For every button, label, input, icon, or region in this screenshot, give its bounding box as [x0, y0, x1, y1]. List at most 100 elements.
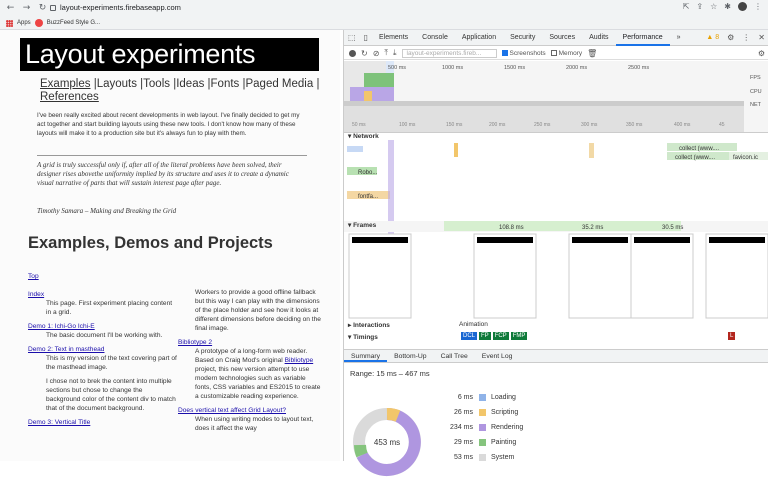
scripting-swatch [479, 409, 486, 416]
tab-security[interactable]: Security [503, 30, 542, 46]
clear-icon[interactable]: ⊘ [373, 49, 380, 58]
system-label: System [491, 454, 515, 461]
frame-thumb-3[interactable] [568, 233, 632, 319]
rendering-value: 234 ms [450, 424, 473, 431]
link-demo-3[interactable]: Demo 3: Vertical Title [28, 418, 178, 427]
tab-application[interactable]: Application [455, 30, 503, 46]
network-track-toggle[interactable]: ▾ Network [344, 132, 379, 140]
top-link[interactable]: Top [28, 272, 178, 281]
nav-tools[interactable]: |Tools [140, 78, 170, 90]
timeline-overview[interactable]: 500 ms 1000 ms 1500 ms 2000 ms 2500 ms F… [344, 61, 768, 133]
download-icon[interactable]: ⤓ [393, 48, 397, 58]
marker-fp[interactable]: FP [479, 332, 491, 340]
reload-icon[interactable]: ↻ [37, 3, 48, 14]
frame-thumb-5[interactable] [705, 233, 768, 319]
donut-total: 453 ms [374, 438, 400, 447]
nav-references[interactable]: References [40, 91, 99, 103]
net-fontfa: fontfa... [358, 194, 378, 200]
frame-time-1: 108.8 ms [499, 225, 524, 231]
screenshots-toggle[interactable]: Screenshots [501, 49, 546, 57]
reload-profile-icon[interactable]: ↻ [361, 49, 368, 58]
device-toolbar-icon[interactable]: ▯ [360, 33, 372, 42]
link-demo-2[interactable]: Demo 2: Text in masthead [28, 345, 178, 354]
tab-event-log[interactable]: Event Log [475, 350, 520, 362]
legend-loading: 6 ms Loading [439, 390, 523, 405]
link-bibliotype-2[interactable]: Bibliotype 2 [178, 338, 323, 347]
timings-track-toggle[interactable]: ▾ Timings [344, 333, 378, 341]
url-bar[interactable]: layout-experiments.firebaseapp.com [50, 2, 181, 14]
capture-settings-icon[interactable]: ⚙ [754, 49, 768, 58]
profile-avatar[interactable] [738, 2, 747, 11]
memory-checkbox[interactable] [550, 49, 557, 56]
tab-call-tree[interactable]: Call Tree [434, 350, 475, 362]
tab-sources[interactable]: Sources [542, 30, 582, 46]
inspect-icon[interactable]: ⬚ [344, 33, 360, 42]
url-text[interactable]: layout-experiments.firebaseapp.com [60, 2, 181, 14]
network-label: Network [353, 133, 379, 140]
profile-select[interactable]: layout-experiments.fireb... [401, 48, 497, 58]
trash-icon[interactable]: 🗑 [587, 49, 597, 58]
cpu-scripting [364, 91, 372, 101]
net-robo: Robo... [358, 170, 378, 176]
frame-thumb-2[interactable] [473, 233, 537, 319]
frame-thumb-1[interactable] [348, 233, 412, 319]
forward-icon[interactable]: → [21, 3, 32, 14]
system-value: 53 ms [453, 454, 473, 461]
open-external-icon[interactable]: ⇱ [683, 2, 690, 11]
legend-rendering: 234 ms Rendering [439, 420, 523, 435]
site-nav: Examples |Layouts |Tools |Ideas |Fonts |… [40, 78, 320, 104]
loading-swatch [479, 394, 486, 401]
fps-bars [364, 73, 394, 87]
nav-examples[interactable]: Examples [40, 78, 91, 90]
nav-paged-media[interactable]: |Paged Media [243, 78, 314, 90]
close-icon[interactable]: ✕ [754, 33, 768, 42]
interactions-label: Interactions [353, 322, 390, 329]
nav-layouts[interactable]: |Layouts [94, 78, 137, 90]
marker-fmp[interactable]: FMP [510, 332, 528, 340]
extensions-icon[interactable]: ✱ [724, 2, 731, 11]
settings-icon[interactable]: ⚙ [723, 33, 738, 42]
star-icon[interactable]: ☆ [710, 2, 717, 11]
range-text: Range: 15 ms – 467 ms [350, 369, 430, 378]
marker-dcl[interactable]: DCL [461, 332, 478, 340]
tab-elements[interactable]: Elements [372, 30, 415, 46]
nav-ideas[interactable]: |Ideas [173, 78, 204, 90]
bookmark-buzzfeed[interactable]: BuzzFeed Style G... [47, 20, 100, 26]
link-index[interactable]: Index [28, 290, 178, 299]
summary-donut: 453 ms [353, 408, 421, 476]
tab-more[interactable]: » [670, 30, 688, 46]
memory-toggle[interactable]: Memory [550, 49, 582, 57]
desc-continued: Workers to provide a good offline fallba… [195, 289, 321, 332]
menu-icon[interactable]: ⋮ [754, 2, 762, 11]
interactions-track-toggle[interactable]: ▸ Interactions [344, 321, 390, 329]
marker-fcp[interactable]: FCP [492, 332, 509, 340]
more-icon[interactable]: ⋮ [738, 33, 754, 42]
frame-thumb-4[interactable] [630, 233, 694, 319]
warning-badge[interactable]: ▲ 8 [706, 34, 723, 41]
link-vertical-text[interactable]: Does vertical text affect Grid Layout? [178, 406, 323, 415]
frames-track: 108.8 ms 35.2 ms 30.5 ms [348, 221, 768, 319]
tab-bottom-up[interactable]: Bottom-Up [387, 350, 433, 362]
bookmark-apps[interactable]: Apps [17, 20, 31, 26]
upload-icon[interactable]: ⤒ [384, 48, 388, 58]
tab-audits[interactable]: Audits [582, 30, 615, 46]
share-icon[interactable]: ⇪ [696, 2, 703, 11]
record-icon[interactable] [349, 49, 356, 57]
ov-tick-1: 1000 ms [442, 65, 463, 71]
tab-performance[interactable]: Performance [615, 30, 670, 46]
inline-link-bibliotype[interactable]: Bibliotype [285, 357, 314, 364]
tab-console[interactable]: Console [415, 30, 455, 46]
screenshots-checkbox[interactable] [501, 49, 508, 56]
legend-scripting: 26 ms Scripting [439, 405, 523, 420]
nav-fonts[interactable]: |Fonts [208, 78, 240, 90]
ov-tick-2: 1500 ms [504, 65, 525, 71]
warning-count: 8 [715, 34, 720, 41]
tab-summary[interactable]: Summary [344, 350, 388, 362]
link-demo-1[interactable]: Demo 1: Ichi-Go Ichi-E [28, 322, 178, 331]
tl-tick-7: 400 ms [674, 122, 691, 128]
tl-tick-5: 300 ms [581, 122, 598, 128]
back-icon[interactable]: ← [5, 3, 16, 14]
quote: A grid is truly successful only if, afte… [37, 161, 289, 187]
marker-load[interactable]: L [728, 332, 736, 340]
bookmarks-bar: Apps BuzzFeed Style G... [0, 17, 100, 29]
